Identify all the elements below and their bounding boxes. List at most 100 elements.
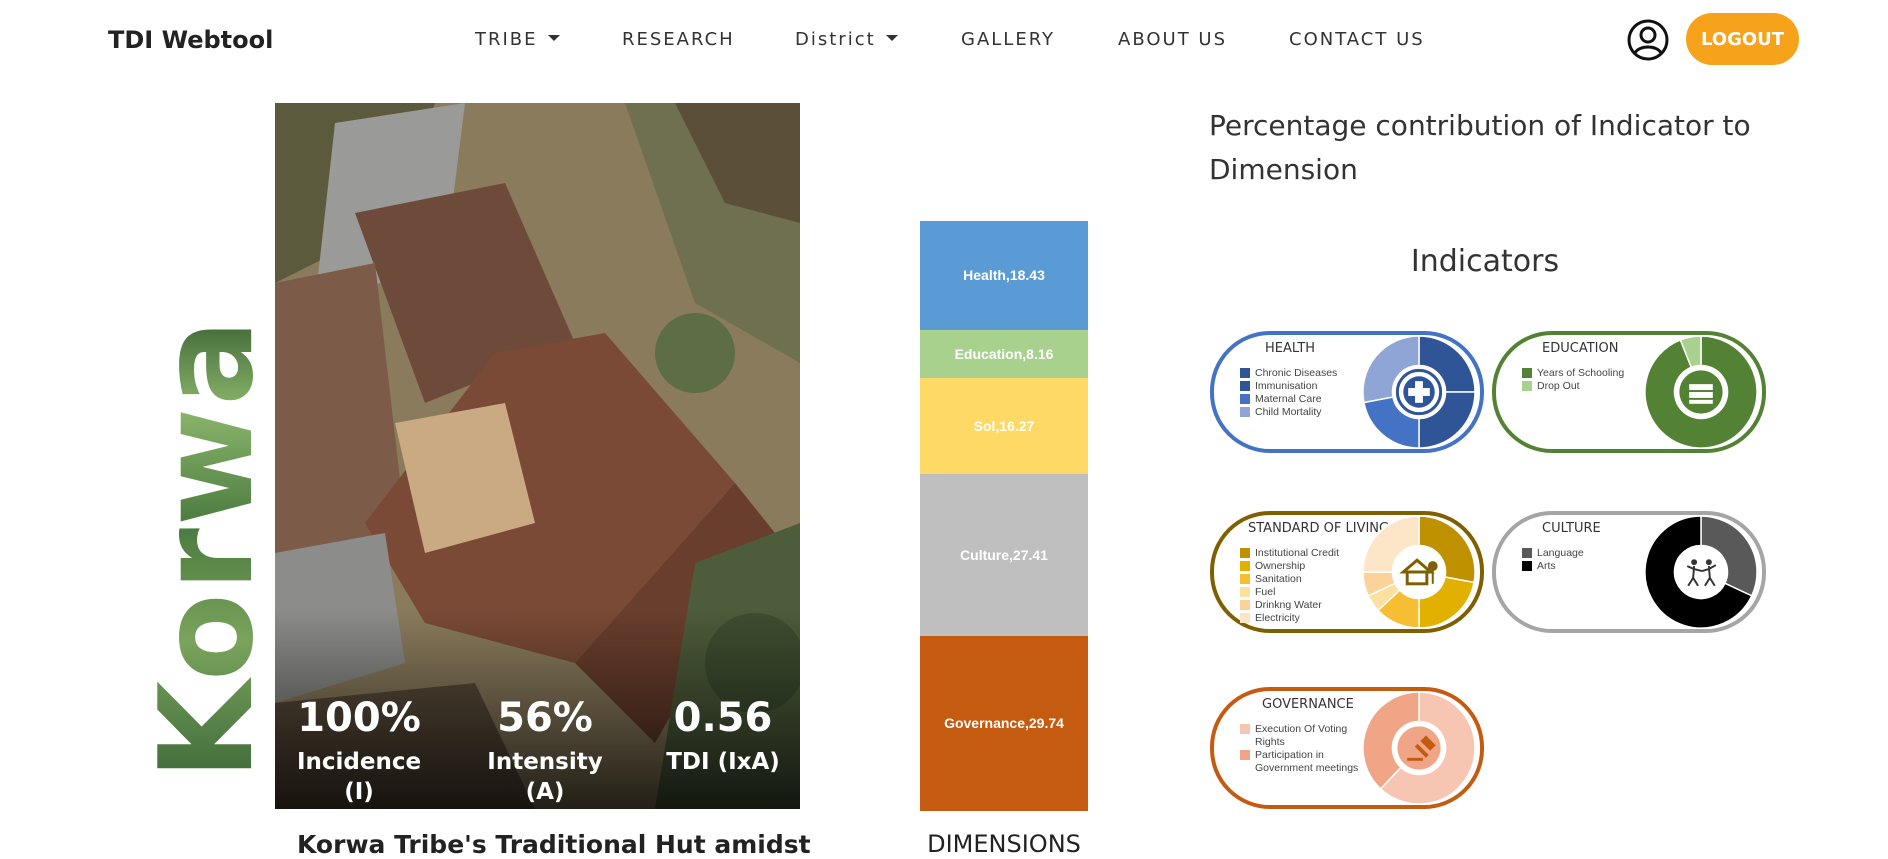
legend-item: Child Mortality: [1240, 406, 1365, 419]
legend-swatch: [1240, 613, 1250, 623]
legend-item: Participation in Government meetings: [1240, 749, 1365, 775]
indicator-card-culture[interactable]: CULTURE Language Arts: [1492, 511, 1766, 633]
nav-about-label: ABOUT US: [1118, 29, 1228, 50]
legend-item: Sanitation: [1240, 573, 1365, 586]
logout-button[interactable]: LOGOUT: [1686, 13, 1799, 65]
legend-item: Maternal Care: [1240, 393, 1365, 406]
legend-label: Fuel: [1255, 586, 1276, 598]
legend-swatch: [1522, 381, 1532, 391]
bar-segment-health[interactable]: Health,18.43: [920, 221, 1088, 330]
legend-swatch: [1240, 407, 1250, 417]
tribe-name-vertical: Korwa: [133, 317, 282, 780]
indicator-legend: Years of Schooling Drop Out: [1522, 367, 1647, 393]
gavel-icon: [1397, 726, 1441, 770]
nav-about-us[interactable]: ABOUT US: [1118, 29, 1227, 50]
nav-gallery[interactable]: GALLERY: [961, 29, 1055, 50]
legend-swatch: [1240, 548, 1250, 558]
tribe-hut-photo: 100% Incidence (I) 56% Intensity (A) 0.5…: [275, 103, 800, 809]
brand-title[interactable]: TDI Webtool: [108, 26, 273, 54]
legend-swatch: [1522, 561, 1532, 571]
indicator-card-title: GOVERNANCE: [1262, 697, 1354, 712]
indicator-legend: Language Arts: [1522, 547, 1647, 573]
legend-item: Drinkng Water: [1240, 599, 1365, 612]
legend-label: Years of Schooling: [1537, 367, 1625, 379]
legend-swatch: [1240, 561, 1250, 571]
navbar: TDI Webtool TRIBE RESEARCH District GALL…: [0, 0, 1888, 80]
legend-label: Drinkng Water: [1255, 599, 1322, 611]
nav-research-label: RESEARCH: [622, 29, 735, 50]
legend-item: Electricity: [1240, 612, 1365, 625]
legend-item: Language: [1522, 547, 1647, 560]
legend-item: Ownership: [1240, 560, 1365, 573]
bar-segment-education[interactable]: Education,8.16: [920, 329, 1088, 378]
stat-intensity-label: Intensity (A): [487, 749, 603, 805]
legend-item: Fuel: [1240, 586, 1365, 599]
medical-cross-icon: [1395, 368, 1443, 416]
legend-label: Electricity: [1255, 612, 1300, 624]
legend-swatch: [1240, 394, 1250, 404]
nav-gallery-label: GALLERY: [961, 29, 1056, 50]
books-icon: [1679, 370, 1723, 414]
indicator-card-governance[interactable]: GOVERNANCE Execution Of Voting Rights Part…: [1210, 687, 1484, 809]
legend-swatch: [1240, 587, 1250, 597]
dancers-icon: [1679, 550, 1723, 594]
user-circle-icon[interactable]: [1627, 19, 1669, 61]
indicator-donut-chart: [1362, 515, 1476, 629]
nav-district[interactable]: District: [795, 29, 898, 50]
legend-label: Chronic Diseases: [1255, 367, 1338, 379]
indicator-legend: Execution Of Voting Rights Participation …: [1240, 723, 1365, 775]
house-icon: [1397, 550, 1441, 594]
bar-segment-label: Sol,16.27: [973, 417, 1035, 434]
legend-swatch: [1240, 600, 1250, 610]
bar-segment-label: Culture,27.41: [960, 546, 1048, 563]
indicator-donut-chart: [1362, 335, 1476, 449]
legend-label: Immunisation: [1255, 380, 1318, 392]
indicator-card-standard-of-living[interactable]: STANDARD OF LIVING Institutional Credit Ow…: [1210, 511, 1484, 633]
dimensions-axis-label: DIMENSIONS: [927, 830, 1081, 858]
legend-item: Institutional Credit: [1240, 547, 1365, 560]
stat-tdi-label: TDI (IxA): [666, 749, 780, 775]
stat-tdi: 0.56 TDI (IxA): [663, 695, 783, 777]
nav-district-label: District: [795, 29, 876, 50]
legend-label: Sanitation: [1255, 573, 1302, 585]
stat-incidence-label: Incidence (I): [296, 749, 422, 805]
indicator-legend: Institutional Credit Ownership Sanitation F…: [1240, 547, 1365, 625]
legend-item: Execution Of Voting Rights: [1240, 723, 1365, 749]
legend-item: Chronic Diseases: [1240, 367, 1365, 380]
nav-tribe[interactable]: TRIBE: [475, 29, 560, 50]
dimensions-stacked-bar: Health,18.43 Education,8.16 Sol,16.27 Cultu…: [920, 221, 1088, 811]
legend-swatch: [1240, 368, 1250, 378]
legend-item: Immunisation: [1240, 380, 1365, 393]
bar-segment-governance[interactable]: Governance,29.74: [920, 635, 1088, 811]
stat-intensity-value: 56%: [497, 695, 593, 741]
stat-tdi-value: 0.56: [673, 695, 773, 741]
indicator-donut-chart: [1644, 515, 1758, 629]
nav-research[interactable]: RESEARCH: [622, 29, 735, 50]
legend-swatch: [1522, 548, 1532, 558]
indicator-card-title: HEALTH: [1265, 341, 1316, 356]
bar-segment-label: Governance,29.74: [944, 715, 1064, 732]
indicator-card-title: CULTURE: [1542, 521, 1601, 536]
indicator-card-health[interactable]: HEALTH Chronic Diseases Immunisation Matern…: [1210, 331, 1484, 453]
panel-title: Percentage contribution of Indicator to …: [1209, 109, 1751, 186]
legend-label: Arts: [1537, 560, 1556, 572]
legend-label: Institutional Credit: [1255, 547, 1340, 559]
legend-swatch: [1240, 724, 1250, 734]
chevron-down-icon: [885, 35, 898, 41]
legend-swatch: [1240, 574, 1250, 584]
legend-swatch: [1240, 750, 1250, 760]
legend-item: Drop Out: [1522, 380, 1647, 393]
indicator-card-education[interactable]: EDUCATION Years of Schooling Drop Out: [1492, 331, 1766, 453]
bar-segment-culture[interactable]: Culture,27.41: [920, 473, 1088, 636]
legend-label: Execution Of Voting Rights: [1255, 723, 1348, 748]
bar-segment-sol[interactable]: Sol,16.27: [920, 377, 1088, 474]
bar-segment-label: Education,8.16: [954, 345, 1054, 362]
legend-swatch: [1522, 368, 1532, 378]
legend-label: Ownership: [1255, 560, 1306, 572]
nav-tribe-label: TRIBE: [475, 29, 538, 50]
nav-contact-us[interactable]: CONTACT US: [1289, 29, 1425, 50]
stat-incidence: 100% Incidence (I): [293, 695, 425, 807]
indicator-card-title: EDUCATION: [1542, 341, 1619, 356]
stat-intensity: 56% Intensity (A): [475, 695, 615, 807]
indicator-legend: Chronic Diseases Immunisation Maternal Car…: [1240, 367, 1365, 419]
